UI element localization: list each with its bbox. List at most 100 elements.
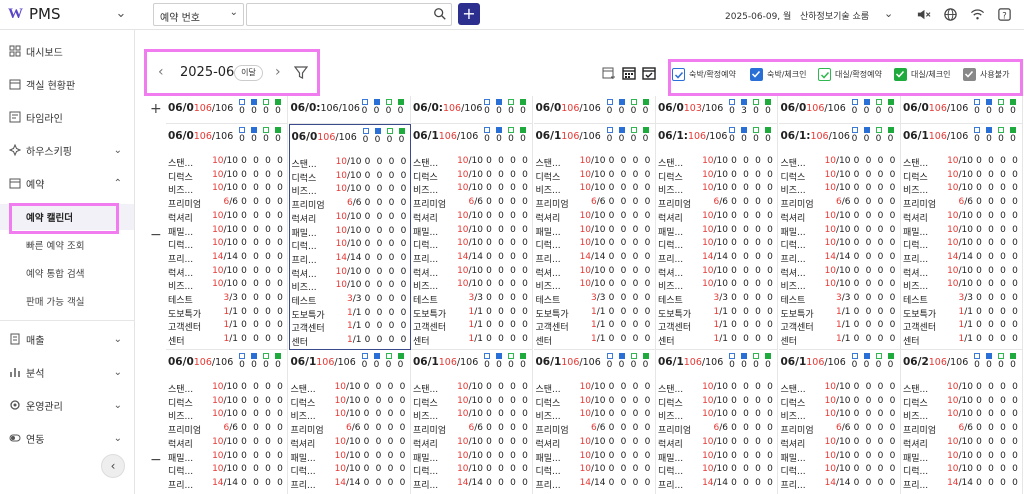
room-row[interactable]: 럭셔리 10/10 0 0 0 0 <box>291 437 409 451</box>
room-row[interactable]: 럭셔... 10/10 0 0 0 0 <box>413 266 531 280</box>
room-row[interactable]: 도보특가 1/1 0 0 0 0 <box>168 307 286 321</box>
room-row[interactable]: 프리... 14/14 0 0 0 0 <box>291 478 409 492</box>
room-row[interactable]: 디럭스 10/10 0 0 0 0 <box>903 170 1021 184</box>
room-row[interactable]: 패밀... 10/10 0 0 0 0 <box>291 451 409 465</box>
help-icon[interactable]: ? <box>997 7 1012 22</box>
calendar-day-cell[interactable]: 06/0106/106 0 0 0 0 <box>533 96 656 124</box>
room-row[interactable]: 스탠... 10/10 0 0 0 0 <box>536 156 654 170</box>
room-row[interactable]: 비즈... 10/10 0 0 0 0 <box>536 183 654 197</box>
calendar-day-cell[interactable]: 06/1106/106 0 0 0 0 스탠... 10/10 0 0 0 0 디럭스 10/10 0 0 0… <box>656 350 778 494</box>
room-row[interactable]: 프리미엄 6/6 0 0 0 0 <box>536 197 654 211</box>
room-row[interactable]: 도보특가 1/1 0 0 0 0 <box>413 307 531 321</box>
room-row[interactable]: 비즈... 10/10 0 0 0 0 <box>413 409 531 423</box>
room-row[interactable]: 스탠... 10/10 0 0 0 0 <box>903 156 1021 170</box>
room-row[interactable]: 디럭... 10/10 0 0 0 0 <box>781 238 899 252</box>
mute-icon[interactable] <box>916 7 931 22</box>
room-row[interactable]: 프리미엄 6/6 0 0 0 0 <box>168 423 286 437</box>
room-row[interactable]: 프리미엄 6/6 0 0 0 0 <box>168 197 286 211</box>
app-logo[interactable]: W PMS <box>8 5 61 23</box>
room-row[interactable]: 프리미엄 6/6 0 0 0 0 <box>536 423 654 437</box>
room-row[interactable]: 비즈... 10/10 0 0 0 0 <box>292 280 410 294</box>
sidebar-item-sales[interactable]: 매출 ⌄ <box>0 326 134 352</box>
room-row[interactable]: 센터 1/1 0 0 0 0 <box>413 334 531 348</box>
room-row[interactable]: 스탠... 10/10 0 0 0 0 <box>658 156 776 170</box>
room-row[interactable]: 스탠... 10/10 0 0 0 0 <box>291 382 409 396</box>
room-row[interactable]: 비즈... 10/10 0 0 0 0 <box>781 183 899 197</box>
room-row[interactable]: 디럭스 10/10 0 0 0 0 <box>413 396 531 410</box>
room-row[interactable]: 비즈... 10/10 0 0 0 0 <box>658 279 776 293</box>
room-row[interactable]: 프리미엄 6/6 0 0 0 0 <box>781 197 899 211</box>
room-row[interactable]: 고객센터 1/1 0 0 0 0 <box>658 320 776 334</box>
sidebar-subitem-integrated-search[interactable]: 예약 통합 검색 <box>0 260 134 286</box>
room-row[interactable]: 프리... 14/14 0 0 0 0 <box>413 252 531 266</box>
sidebar-subitem-quick-search[interactable]: 빠른 예약 조회 <box>0 232 134 258</box>
room-row[interactable]: 테스트 3/3 0 0 0 0 <box>292 294 410 308</box>
room-row[interactable]: 프리미엄 6/6 0 0 0 0 <box>292 198 410 212</box>
room-row[interactable]: 센터 1/1 0 0 0 0 <box>658 334 776 348</box>
room-row[interactable]: 도보특가 1/1 0 0 0 0 <box>903 307 1021 321</box>
room-row[interactable]: 럭셔... 10/10 0 0 0 0 <box>781 266 899 280</box>
room-row[interactable]: 디럭스 10/10 0 0 0 0 <box>658 170 776 184</box>
room-row[interactable]: 럭셔리 10/10 0 0 0 0 <box>413 437 531 451</box>
prev-month-button[interactable]: ‹ <box>158 64 164 80</box>
room-row[interactable]: 디럭... 10/10 0 0 0 0 <box>168 464 286 478</box>
room-row[interactable]: 패밀... 10/10 0 0 0 0 <box>781 225 899 239</box>
calendar-day-cell[interactable]: 06/0:106/106 0 0 0 0 <box>411 96 533 124</box>
calendar-day-cell[interactable]: 06/0106/106 0 0 0 0 스탠... 10/10 0 0 0 0 디럭스 10/10 0 0 0… <box>166 350 288 494</box>
search-type-select[interactable]: 예약 번호 ⌄ <box>153 3 244 26</box>
room-row[interactable]: 고객센터 1/1 0 0 0 0 <box>292 321 410 335</box>
calendar-day-cell[interactable]: 06/0106/106 0 0 0 0 <box>166 96 288 124</box>
room-row[interactable]: 럭셔리 10/10 0 0 0 0 <box>903 211 1021 225</box>
room-row[interactable]: 센터 1/1 0 0 0 0 <box>168 334 286 348</box>
sidebar-item-housekeeping[interactable]: 하우스키핑 ⌄ <box>0 137 134 163</box>
room-row[interactable]: 스탠... 10/10 0 0 0 0 <box>413 382 531 396</box>
room-row[interactable]: 프리미엄 6/6 0 0 0 0 <box>413 197 531 211</box>
room-row[interactable]: 스탠... 10/10 0 0 0 0 <box>903 382 1021 396</box>
room-row[interactable]: 프리... 14/14 0 0 0 0 <box>781 252 899 266</box>
room-row[interactable]: 럭셔리 10/10 0 0 0 0 <box>168 211 286 225</box>
room-row[interactable]: 고객센터 1/1 0 0 0 0 <box>413 320 531 334</box>
room-row[interactable]: 스탠... 10/10 0 0 0 0 <box>536 382 654 396</box>
room-row[interactable]: 패밀... 10/10 0 0 0 0 <box>413 451 531 465</box>
room-row[interactable]: 디럭... 10/10 0 0 0 0 <box>781 464 899 478</box>
calendar-day-cell[interactable]: 06/0106/106 0 0 0 0 스탠... 10/10 0 0 0 0 디럭스 10/10 0 0 0… <box>288 124 411 350</box>
calendar-day-cell[interactable]: 06/0106/106 0 0 0 0 스탠... 10/10 0 0 0 0 디럭스 10/10 0 0 0… <box>166 124 288 350</box>
room-row[interactable]: 비즈... 10/10 0 0 0 0 <box>658 409 776 423</box>
calendar-day-cell[interactable]: 06/1106/106 0 0 0 0 스탠... 10/10 0 0 0 0 디럭스 10/10 0 0 0… <box>411 350 533 494</box>
room-row[interactable]: 프리... 14/14 0 0 0 0 <box>658 252 776 266</box>
wifi-icon[interactable] <box>970 7 985 22</box>
calendar-day-cell[interactable]: 06/1106/106 0 0 0 0 스탠... 10/10 0 0 0 0 디럭스 10/10 0 0 0… <box>289 350 411 494</box>
sidebar-item-analysis[interactable]: 분석 ⌄ <box>0 359 134 385</box>
calendar-day-cell[interactable]: 06/0:106/106 0 0 0 0 <box>288 96 411 124</box>
room-row[interactable]: 럭셔리 10/10 0 0 0 0 <box>168 437 286 451</box>
calendar-check-icon[interactable] <box>642 66 656 80</box>
room-row[interactable]: 고객센터 1/1 0 0 0 0 <box>536 320 654 334</box>
room-row[interactable]: 디럭스 10/10 0 0 0 0 <box>781 170 899 184</box>
room-row[interactable]: 스탠... 10/10 0 0 0 0 <box>292 157 410 171</box>
chevron-down-icon[interactable]: ⌄ <box>114 7 128 21</box>
calendar-day-cell[interactable]: 06/1:106/106 0 0 0 0 스탠... 10/10 0 0 0 0 디럭스 10/10 0 0… <box>656 124 778 350</box>
room-row[interactable]: 프리미엄 6/6 0 0 0 0 <box>658 423 776 437</box>
filter-icon[interactable] <box>294 66 308 80</box>
sidebar-subitem-reservation-calendar[interactable]: 예약 캘린더 <box>0 204 134 230</box>
calendar-day-cell[interactable]: 06/0103/106 0 3 0 0 <box>656 96 778 124</box>
room-row[interactable]: 럭셔리 10/10 0 0 0 0 <box>781 437 899 451</box>
search-icon[interactable] <box>433 7 447 21</box>
room-row[interactable]: 비즈... 10/10 0 0 0 0 <box>903 279 1021 293</box>
room-row[interactable]: 스탠... 10/10 0 0 0 0 <box>781 382 899 396</box>
calendar-day-cell[interactable]: 06/1106/106 0 0 0 0 스탠... 10/10 0 0 0 0 디럭스 10/10 0 0 0… <box>779 350 901 494</box>
room-row[interactable]: 테스트 3/3 0 0 0 0 <box>536 293 654 307</box>
room-row[interactable]: 디럭스 10/10 0 0 0 0 <box>903 396 1021 410</box>
room-row[interactable]: 패밀... 10/10 0 0 0 0 <box>903 451 1021 465</box>
room-row[interactable]: 럭셔리 10/10 0 0 0 0 <box>536 211 654 225</box>
calendar-add-icon[interactable] <box>602 66 616 80</box>
room-row[interactable]: 비즈... 10/10 0 0 0 0 <box>658 183 776 197</box>
room-row[interactable]: 패밀... 10/10 0 0 0 0 <box>292 226 410 240</box>
room-row[interactable]: 럭셔리 10/10 0 0 0 0 <box>658 211 776 225</box>
globe-icon[interactable] <box>943 7 958 22</box>
calendar-day-cell[interactable]: 06/1106/106 0 0 0 0 스탠... 10/10 0 0 0 0 디럭스 10/10 0 0 0… <box>411 124 533 350</box>
room-row[interactable]: 럭셔... 10/10 0 0 0 0 <box>168 266 286 280</box>
collapse-sidebar-button[interactable]: ‹ <box>101 454 125 478</box>
sidebar-item-timeline[interactable]: 타임라인 <box>0 104 134 130</box>
room-row[interactable]: 디럭... 10/10 0 0 0 0 <box>168 238 286 252</box>
